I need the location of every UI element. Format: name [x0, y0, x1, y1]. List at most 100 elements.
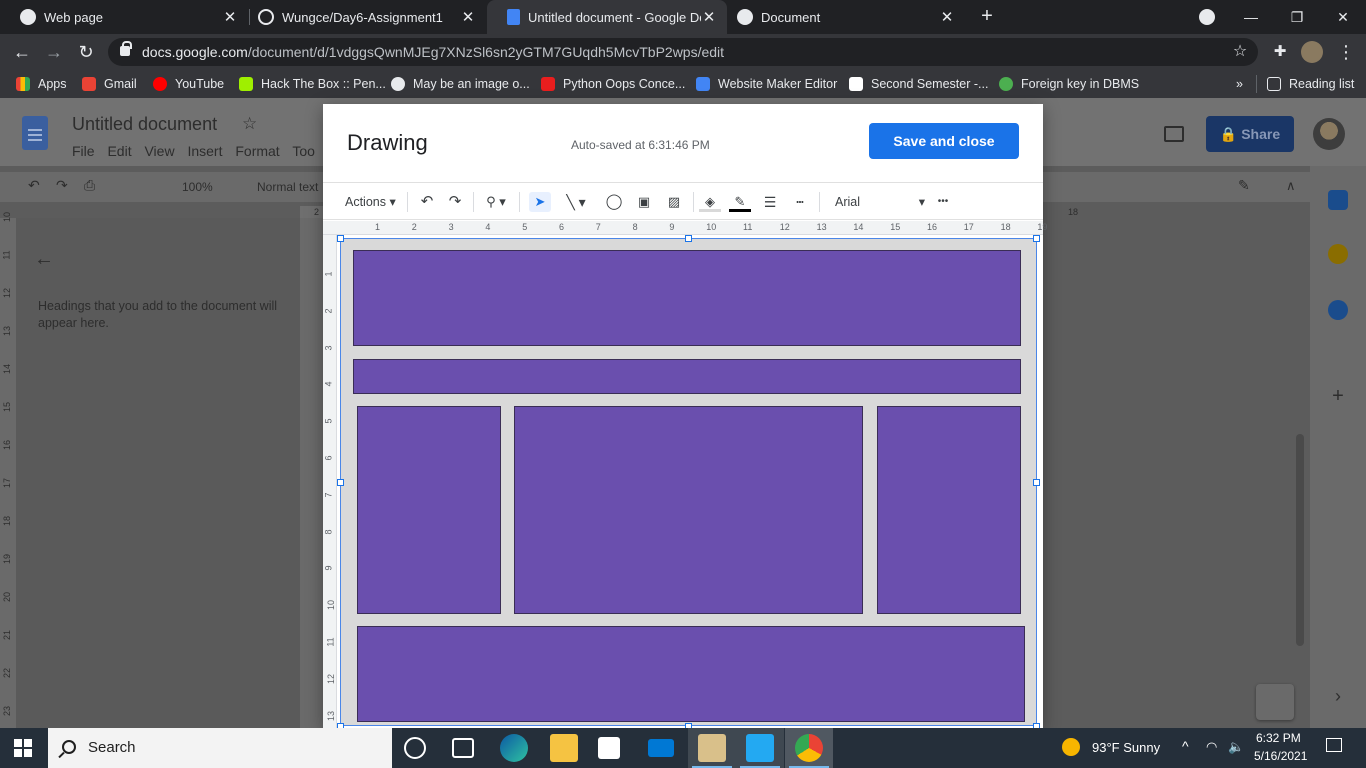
tasks-icon[interactable]	[1328, 300, 1348, 320]
undo-icon[interactable]: ↶	[28, 177, 40, 194]
document-scrollbar[interactable]	[1296, 434, 1304, 646]
back-arrow-icon[interactable]: ←	[34, 248, 54, 271]
bookmark-star-icon[interactable]: ☆	[1228, 40, 1252, 64]
clock-time[interactable]: 6:32 PM	[1256, 731, 1301, 745]
menu-view[interactable]: View	[144, 143, 174, 159]
more-options-icon[interactable]: •••	[931, 192, 955, 212]
bookmark-apps[interactable]: Apps	[16, 75, 67, 93]
main-content-block[interactable]	[514, 406, 863, 614]
bookmark-gmail[interactable]: Gmail	[82, 75, 137, 93]
close-tab-icon[interactable]: ✕	[939, 8, 955, 26]
profile-avatar[interactable]	[1300, 40, 1324, 64]
redo-icon[interactable]: ↷	[56, 177, 68, 194]
bookmark-youtube[interactable]: YouTube	[153, 75, 224, 93]
more-bookmarks-button[interactable]: »	[1236, 75, 1243, 93]
border-weight-icon[interactable]: ☰	[759, 192, 781, 212]
save-and-close-button[interactable]: Save and close	[869, 123, 1019, 159]
reload-icon[interactable]: ↻	[74, 40, 98, 64]
line-tool-icon[interactable]: ╲ ▾	[559, 192, 593, 212]
weather-text[interactable]: 93°F Sunny	[1092, 740, 1160, 755]
left-sidebar-block[interactable]	[357, 406, 501, 614]
media-app-icon[interactable]	[698, 734, 726, 762]
border-dash-icon[interactable]: ┅	[789, 192, 811, 212]
document-title[interactable]: Untitled document	[72, 114, 217, 135]
tab-document[interactable]: Document ✕	[717, 0, 965, 34]
shape-tool-icon[interactable]: ◯	[603, 192, 625, 212]
undo-icon[interactable]: ↶	[415, 192, 439, 212]
tab-google-doc[interactable]: Untitled document - Google Doc ✕	[487, 0, 727, 34]
browser-menu-icon[interactable]: ⋮	[1334, 40, 1358, 64]
right-sidebar-block[interactable]	[877, 406, 1021, 614]
minimize-button[interactable]: —	[1228, 0, 1274, 34]
calendar-icon[interactable]	[1328, 190, 1348, 210]
nav-block[interactable]	[353, 359, 1021, 394]
close-tab-icon[interactable]: ✕	[701, 8, 717, 26]
address-bar[interactable]: docs.google.com/document/d/1vdggsQwnMJEg…	[108, 38, 1258, 66]
cortana-icon[interactable]	[404, 737, 426, 759]
windows-start-icon[interactable]	[14, 739, 32, 757]
resize-handle[interactable]	[1033, 235, 1040, 242]
close-tab-icon[interactable]: ✕	[222, 8, 238, 26]
tab-github[interactable]: Wungce/Day6-Assignment1 ✕	[238, 0, 486, 34]
close-tab-icon[interactable]: ✕	[460, 8, 476, 26]
wifi-icon[interactable]: ◠	[1206, 739, 1217, 755]
clock-date[interactable]: 5/16/2021	[1254, 749, 1307, 763]
zoom-icon[interactable]: ⚲ ▾	[479, 192, 513, 212]
chevron-right-icon[interactable]: ›	[1328, 686, 1348, 706]
back-arrow-icon[interactable]: ←	[10, 40, 34, 64]
menu-insert[interactable]: Insert	[187, 143, 222, 159]
bookmark-website-maker[interactable]: Website Maker Editor	[696, 75, 837, 93]
bookmark-foreign-key[interactable]: Foreign key in DBMS	[999, 75, 1139, 93]
header-block[interactable]	[353, 250, 1021, 346]
volume-icon[interactable]: 🔈	[1228, 739, 1244, 755]
explore-icon[interactable]	[1256, 684, 1294, 720]
close-window-button[interactable]: ✕	[1320, 0, 1366, 34]
share-button[interactable]: 🔒 Share	[1206, 116, 1294, 152]
bookmark-second-semester[interactable]: Second Semester -...	[849, 75, 988, 93]
tab-web-page[interactable]: Web page ✕	[0, 0, 248, 34]
account-avatar[interactable]	[1313, 118, 1345, 150]
text-box-icon[interactable]: ▣	[633, 192, 655, 212]
task-view-icon[interactable]	[452, 738, 474, 758]
forward-arrow-icon[interactable]: →	[42, 40, 66, 64]
keep-icon[interactable]	[1328, 244, 1348, 264]
resize-handle[interactable]	[337, 235, 344, 242]
star-icon[interactable]: ☆	[242, 114, 257, 134]
chrome-icon[interactable]	[795, 734, 823, 762]
menu-edit[interactable]: Edit	[107, 143, 131, 159]
menu-tools[interactable]: Too	[292, 143, 315, 159]
font-select[interactable]: Arial ▾	[835, 192, 925, 212]
menu-format[interactable]: Format	[235, 143, 279, 159]
taskbar-search-box[interactable]: Search	[48, 728, 392, 768]
file-explorer-icon[interactable]	[550, 734, 578, 762]
image-icon[interactable]: ▨	[663, 192, 685, 212]
select-cursor-icon[interactable]: ➤	[529, 192, 551, 212]
fill-color-icon[interactable]: ◈	[699, 192, 721, 212]
vscode-icon[interactable]	[746, 734, 774, 762]
resize-handle[interactable]	[337, 479, 344, 486]
resize-handle[interactable]	[1033, 479, 1040, 486]
extensions-puzzle-icon[interactable]: ✚	[1268, 40, 1292, 64]
resize-handle[interactable]	[685, 235, 692, 242]
maximize-button[interactable]: ❐	[1274, 0, 1320, 34]
drawing-canvas[interactable]	[337, 235, 1040, 730]
collapse-toolbar-icon[interactable]: ∧	[1286, 178, 1296, 194]
footer-block[interactable]	[357, 626, 1025, 722]
actions-menu-button[interactable]: Actions ▾	[345, 192, 396, 212]
zoom-select[interactable]: 100%	[182, 180, 213, 194]
microsoft-store-icon[interactable]	[598, 737, 620, 759]
notification-center-icon[interactable]	[1326, 738, 1342, 752]
google-docs-logo-icon[interactable]	[22, 116, 48, 150]
new-tab-button[interactable]: +	[976, 6, 998, 28]
border-color-icon[interactable]: ✎	[729, 192, 751, 212]
comment-history-icon[interactable]	[1164, 126, 1184, 142]
mail-icon[interactable]	[648, 739, 674, 757]
redo-icon[interactable]: ↷	[443, 192, 467, 212]
tray-chevron-up-icon[interactable]: ^	[1182, 738, 1189, 754]
add-addon-icon[interactable]: +	[1328, 386, 1348, 406]
tab-search-icon[interactable]	[1184, 0, 1230, 34]
edge-icon[interactable]	[500, 734, 528, 762]
style-select[interactable]: Normal text	[257, 180, 318, 194]
reading-list-button[interactable]: Reading list	[1256, 75, 1354, 93]
menu-file[interactable]: File	[72, 143, 95, 159]
